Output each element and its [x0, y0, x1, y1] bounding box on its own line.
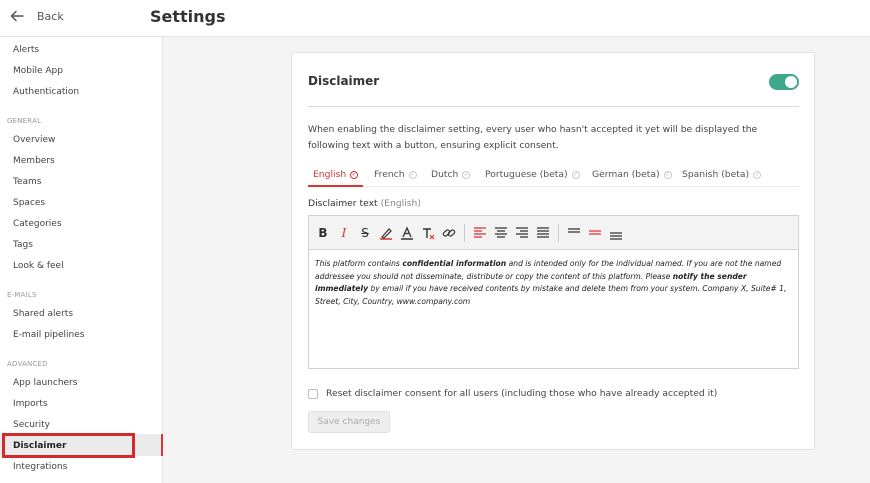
language-tabs: English ✓ French ✓ Dutch ✓ Portuguese (beta… — [308, 167, 799, 187]
align-center-icon[interactable] — [493, 224, 509, 242]
back-button[interactable]: Back — [10, 9, 64, 23]
tab-spanish[interactable]: Spanish (beta) ✓ — [682, 167, 762, 187]
tab-label: German (beta) — [592, 169, 660, 180]
bold-icon[interactable]: B — [315, 224, 331, 242]
tab-label: English — [313, 169, 347, 180]
link-icon[interactable] — [441, 224, 457, 242]
sidebar-item-look-and-feel[interactable]: Look & feel — [13, 261, 64, 271]
arrow-left-icon — [10, 10, 24, 22]
sidebar-item-members[interactable]: Members — [13, 156, 55, 166]
text-run: This platform contains — [315, 259, 403, 268]
tab-french[interactable]: French ✓ — [374, 167, 417, 187]
check-circle-icon: ✓ — [663, 171, 672, 179]
sidebar-section-advanced: ADVANCED — [7, 360, 48, 368]
toolbar-separator — [464, 224, 465, 242]
tab-label: Dutch — [431, 169, 459, 180]
align-left-icon[interactable] — [472, 224, 488, 242]
check-circle-icon: ✓ — [350, 171, 359, 179]
field-label-text: Disclaimer text — [308, 198, 378, 209]
line-spacing-icon[interactable] — [566, 224, 582, 242]
back-label: Back — [37, 9, 64, 23]
check-circle-icon: ✓ — [408, 171, 417, 179]
reset-consent-row: Reset disclaimer consent for all users (… — [308, 388, 717, 399]
sidebar-item-spaces[interactable]: Spaces — [13, 198, 45, 208]
sidebar-item-teams[interactable]: Teams — [13, 177, 41, 187]
field-language: (English) — [380, 198, 421, 209]
sidebar-item-authentication[interactable]: Authentication — [13, 87, 79, 97]
sidebar-item-overview[interactable]: Overview — [13, 135, 55, 145]
text-run: by email if you have received contents b… — [315, 284, 787, 306]
strikethrough-icon[interactable]: S — [357, 224, 373, 242]
align-justify-icon[interactable] — [535, 224, 551, 242]
paragraph-icon[interactable] — [608, 224, 624, 242]
highlight-icon[interactable] — [378, 224, 394, 242]
sidebar-item-categories[interactable]: Categories — [13, 219, 62, 229]
sidebar-item-mobile-app[interactable]: Mobile App — [13, 66, 63, 76]
reset-consent-label: Reset disclaimer consent for all users (… — [326, 388, 718, 399]
sidebar: Alerts Mobile App Authentication GENERAL… — [0, 37, 163, 483]
sidebar-item-security[interactable]: Security — [13, 420, 50, 430]
toolbar-separator — [558, 224, 559, 242]
description-text: When enabling the disclaimer setting, ev… — [308, 124, 758, 151]
sidebar-item-imports[interactable]: Imports — [13, 399, 48, 409]
reset-consent-checkbox[interactable] — [308, 388, 318, 399]
card-title: Disclaimer — [308, 74, 380, 88]
page-title: Settings — [150, 7, 226, 26]
tab-label: French — [374, 169, 405, 180]
sidebar-item-tags[interactable]: Tags — [13, 240, 33, 250]
check-circle-icon: ✓ — [462, 171, 471, 179]
editor-content[interactable]: This platform contains confidential info… — [315, 258, 792, 308]
divider — [308, 106, 799, 107]
check-circle-icon: ✓ — [753, 171, 762, 179]
horizontal-rule-icon[interactable] — [587, 224, 603, 242]
sidebar-item-alerts[interactable]: Alerts — [13, 45, 39, 55]
annotation-highlight-box — [2, 433, 135, 458]
align-right-icon[interactable] — [514, 224, 530, 242]
tab-label: Spanish (beta) — [682, 169, 750, 180]
save-changes-button[interactable]: Save changes — [308, 411, 390, 433]
clear-format-icon[interactable] — [420, 224, 436, 242]
sidebar-item-email-pipelines[interactable]: E-mail pipelines — [13, 330, 84, 340]
editor-toolbar: B I S — [309, 216, 798, 250]
toggle-knob — [785, 76, 797, 88]
tab-dutch[interactable]: Dutch ✓ — [431, 167, 471, 187]
text-color-icon[interactable] — [399, 224, 415, 242]
check-circle-icon: ✓ — [571, 171, 580, 179]
italic-icon[interactable]: I — [336, 224, 352, 242]
tab-german[interactable]: German (beta) ✓ — [592, 167, 672, 187]
top-bar: Back Settings — [0, 0, 870, 37]
tab-label: Portuguese (beta) — [485, 169, 568, 180]
sidebar-item-integrations[interactable]: Integrations — [13, 462, 67, 472]
disclaimer-toggle[interactable] — [769, 74, 799, 90]
sidebar-section-general: GENERAL — [7, 117, 42, 125]
sidebar-item-shared-alerts[interactable]: Shared alerts — [13, 309, 73, 319]
disclaimer-text-label: Disclaimer text (English) — [308, 198, 421, 209]
rich-text-editor: B I S This platform contains confidentia… — [308, 215, 799, 369]
text-run-bold: confidential information — [402, 259, 507, 268]
disclaimer-card: Disclaimer When enabling the disclaimer … — [291, 52, 815, 450]
sidebar-item-app-launchers[interactable]: App launchers — [13, 378, 77, 388]
tab-portuguese[interactable]: Portuguese (beta) ✓ — [485, 167, 580, 187]
sidebar-section-emails: E-MAILS — [7, 291, 37, 299]
tab-english[interactable]: English ✓ — [308, 167, 364, 187]
